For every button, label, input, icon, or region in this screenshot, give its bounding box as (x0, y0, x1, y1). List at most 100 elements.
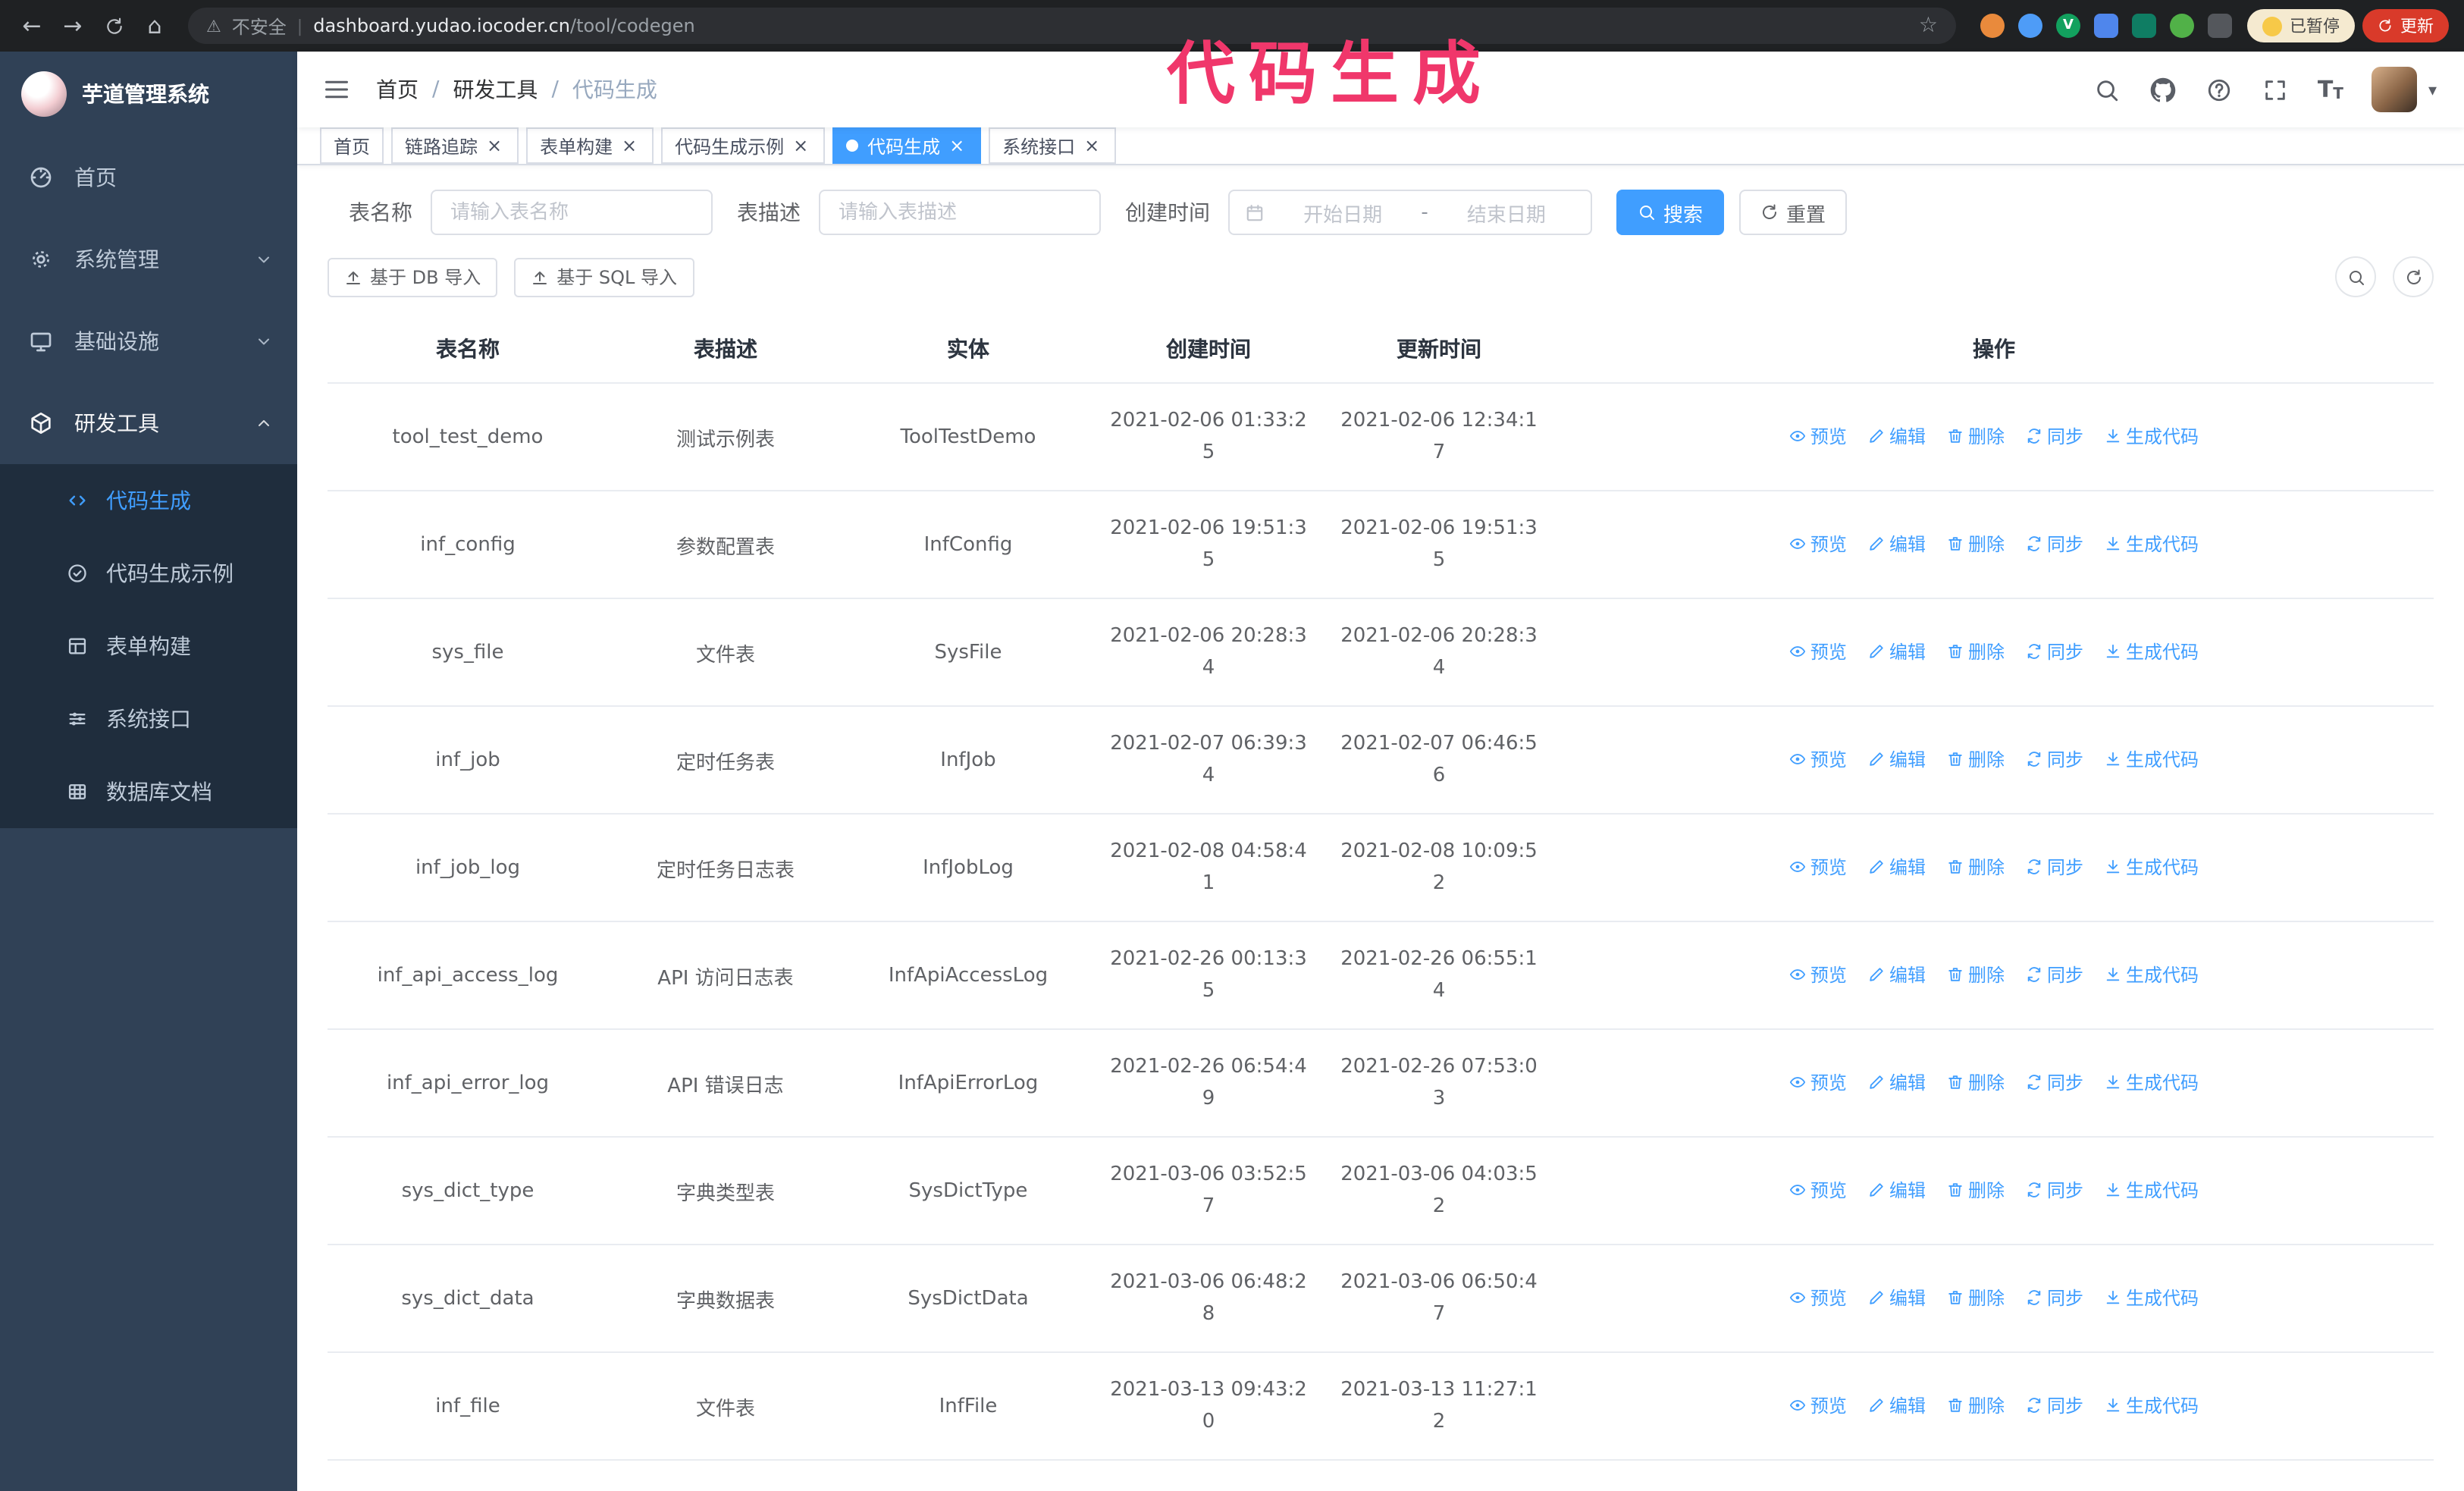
sidebar-item-codegen[interactable]: 代码生成 (0, 464, 297, 537)
action-sync[interactable]: 同步 (2026, 639, 2083, 664)
action-eye[interactable]: 预览 (1789, 962, 1847, 987)
action-edit[interactable]: 编辑 (1868, 1392, 1926, 1418)
date-range-picker[interactable]: 开始日期 - 结束日期 (1228, 190, 1592, 235)
action-download[interactable]: 生成代码 (2105, 962, 2199, 987)
action-eye[interactable]: 预览 (1789, 423, 1847, 449)
sidebar-item-infrastructure[interactable]: 基础设施 (0, 300, 297, 382)
action-trash[interactable]: 删除 (1947, 1285, 2005, 1311)
tab[interactable]: 链路追踪 × (391, 127, 519, 164)
tab-close-icon[interactable]: × (484, 135, 505, 156)
toggle-search-button[interactable] (2335, 256, 2376, 297)
url-text[interactable]: dashboard.yudao.iocoder.cn/tool/codegen (313, 15, 1908, 36)
security-label[interactable]: 不安全 (232, 13, 287, 39)
extension-icon[interactable] (2170, 14, 2194, 38)
action-sync[interactable]: 同步 (2026, 746, 2083, 772)
action-trash[interactable]: 删除 (1947, 1392, 2005, 1418)
action-sync[interactable]: 同步 (2026, 423, 2083, 449)
action-eye[interactable]: 预览 (1789, 1069, 1847, 1095)
forward-icon[interactable]: → (56, 9, 89, 42)
action-download[interactable]: 生成代码 (2105, 1177, 2199, 1203)
tab-close-icon[interactable]: × (946, 135, 967, 156)
action-sync[interactable]: 同步 (2026, 531, 2083, 557)
action-eye[interactable]: 预览 (1789, 746, 1847, 772)
action-sync[interactable]: 同步 (2026, 1392, 2083, 1418)
extension-icon[interactable]: V (2056, 14, 2080, 38)
action-edit[interactable]: 编辑 (1868, 423, 1926, 449)
action-download[interactable]: 生成代码 (2105, 423, 2199, 449)
tab[interactable]: 首页 (320, 127, 384, 164)
extension-icon[interactable] (2094, 14, 2118, 38)
sidebar-item-devtools[interactable]: 研发工具 (0, 382, 297, 464)
action-download[interactable]: 生成代码 (2105, 639, 2199, 664)
sidebar-item-home[interactable]: 首页 (0, 137, 297, 218)
action-edit[interactable]: 编辑 (1868, 746, 1926, 772)
logo[interactable]: 芋道管理系统 (0, 52, 297, 137)
action-trash[interactable]: 删除 (1947, 1177, 2005, 1203)
tab-close-icon[interactable]: × (1081, 135, 1102, 156)
action-download[interactable]: 生成代码 (2105, 854, 2199, 880)
extension-icon[interactable] (2132, 14, 2156, 38)
update-button[interactable]: 更新 (2362, 9, 2449, 42)
action-trash[interactable]: 删除 (1947, 746, 2005, 772)
action-download[interactable]: 生成代码 (2105, 1392, 2199, 1418)
action-download[interactable]: 生成代码 (2105, 1069, 2199, 1095)
action-download[interactable]: 生成代码 (2105, 746, 2199, 772)
action-trash[interactable]: 删除 (1947, 1069, 2005, 1095)
table-desc-input[interactable] (819, 190, 1101, 235)
tab[interactable]: 系统接口 × (989, 127, 1117, 164)
action-edit[interactable]: 编辑 (1868, 639, 1926, 664)
sidebar-item-codegen-example[interactable]: 代码生成示例 (0, 537, 297, 610)
font-size-icon[interactable]: TT (2318, 76, 2343, 103)
action-trash[interactable]: 删除 (1947, 531, 2005, 557)
github-icon[interactable] (2149, 76, 2177, 103)
action-edit[interactable]: 编辑 (1868, 531, 1926, 557)
refresh-table-button[interactable] (2393, 256, 2434, 297)
action-trash[interactable]: 删除 (1947, 962, 2005, 987)
tab[interactable]: 表单构建 × (526, 127, 654, 164)
action-sync[interactable]: 同步 (2026, 962, 2083, 987)
reload-icon[interactable] (97, 9, 130, 42)
reset-button[interactable]: 重置 (1739, 190, 1848, 235)
action-edit[interactable]: 编辑 (1868, 962, 1926, 987)
tab-close-icon[interactable]: × (619, 135, 640, 156)
import-db-button[interactable]: 基于 DB 导入 (328, 257, 498, 297)
hamburger-icon[interactable] (297, 52, 376, 127)
start-date-placeholder[interactable]: 开始日期 (1274, 198, 1412, 227)
tab[interactable]: 代码生成 × (832, 127, 982, 164)
action-sync[interactable]: 同步 (2026, 1285, 2083, 1311)
sidebar-item-system[interactable]: 系统管理 (0, 218, 297, 300)
action-sync[interactable]: 同步 (2026, 1069, 2083, 1095)
tab[interactable]: 代码生成示例 × (661, 127, 826, 164)
action-trash[interactable]: 删除 (1947, 639, 2005, 664)
breadcrumb-item[interactable]: 研发工具 (453, 74, 538, 105)
extension-icon[interactable] (2208, 14, 2232, 38)
back-icon[interactable]: ← (15, 9, 49, 42)
import-sql-button[interactable]: 基于 SQL 导入 (514, 257, 694, 297)
action-eye[interactable]: 预览 (1789, 1285, 1847, 1311)
sidebar-item-db-docs[interactable]: 数据库文档 (0, 755, 297, 828)
action-eye[interactable]: 预览 (1789, 531, 1847, 557)
action-eye[interactable]: 预览 (1789, 1392, 1847, 1418)
end-date-placeholder[interactable]: 结束日期 (1437, 198, 1575, 227)
action-edit[interactable]: 编辑 (1868, 1069, 1926, 1095)
address-bar[interactable]: ⚠ 不安全 | dashboard.yudao.iocoder.cn/tool/… (188, 8, 1956, 44)
action-trash[interactable]: 删除 (1947, 854, 2005, 880)
fullscreen-icon[interactable] (2262, 76, 2289, 103)
extension-icon[interactable] (1980, 14, 2005, 38)
paused-badge[interactable]: 已暂停 (2247, 9, 2355, 42)
action-download[interactable]: 生成代码 (2105, 1285, 2199, 1311)
action-sync[interactable]: 同步 (2026, 854, 2083, 880)
action-edit[interactable]: 编辑 (1868, 1177, 1926, 1203)
user-menu[interactable]: ▾ (2372, 67, 2437, 112)
action-eye[interactable]: 预览 (1789, 639, 1847, 664)
home-icon[interactable]: ⌂ (138, 9, 171, 42)
table-name-input[interactable] (431, 190, 713, 235)
help-icon[interactable] (2205, 76, 2233, 103)
action-sync[interactable]: 同步 (2026, 1177, 2083, 1203)
action-download[interactable]: 生成代码 (2105, 531, 2199, 557)
tab-close-icon[interactable]: × (790, 135, 811, 156)
extension-icon[interactable] (2018, 14, 2042, 38)
breadcrumb-item[interactable]: 首页 (376, 74, 419, 105)
sidebar-item-form-builder[interactable]: 表单构建 (0, 610, 297, 683)
sidebar-item-system-api[interactable]: 系统接口 (0, 683, 297, 755)
